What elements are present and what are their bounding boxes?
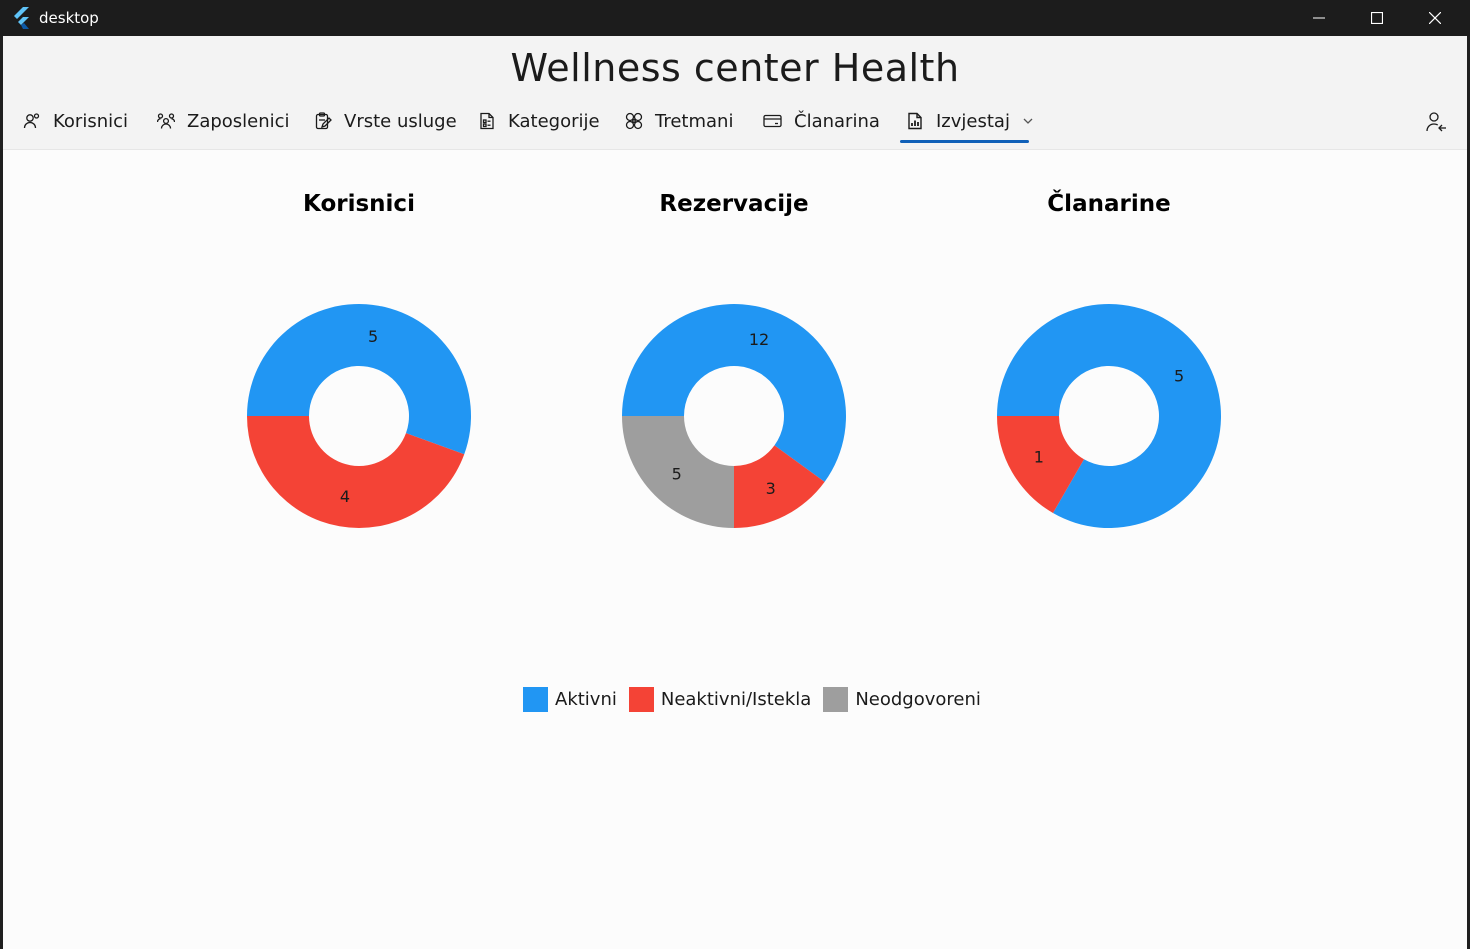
slice-value-label: 5 <box>368 327 378 346</box>
window-title: desktop <box>39 9 99 27</box>
donut-charts: 5 4 12 3 5 5 1 <box>247 304 1221 529</box>
maximize-button[interactable] <box>1348 0 1406 36</box>
legend-item-aktivni: Aktivni <box>523 686 617 712</box>
minimize-button[interactable] <box>1290 0 1348 36</box>
app-window: Wellness center Health Korisnici Zaposle… <box>3 36 1467 949</box>
legend-label: Neodgovoreni <box>855 688 981 710</box>
close-button[interactable] <box>1406 0 1464 36</box>
maximize-icon <box>1371 12 1383 24</box>
slice-value-label: 3 <box>766 479 776 498</box>
flutter-logo-icon <box>14 7 29 29</box>
legend-swatch <box>628 686 654 712</box>
slice-value-label: 1 <box>1034 448 1044 467</box>
close-icon <box>1429 12 1441 24</box>
slice-value-label: 5 <box>672 464 682 483</box>
slice-value-label: 12 <box>749 330 769 349</box>
legend-swatch <box>523 686 548 712</box>
legend-label: Aktivni <box>555 688 617 710</box>
legend-item-neaktivni: Neaktivni/Istekla <box>628 686 812 712</box>
minimize-icon <box>1313 17 1325 19</box>
legend-swatch <box>823 686 849 712</box>
chart-legend: Aktivni Neaktivni/Istekla Neodgovoreni <box>523 686 981 712</box>
legend-item-neodgovoreni: Neodgovoreni <box>823 686 981 712</box>
slice-value-label: 5 <box>1174 367 1184 386</box>
slice-value-label: 4 <box>340 487 350 506</box>
legend-label: Neaktivni/Istekla <box>660 688 812 710</box>
window-titlebar: desktop <box>0 0 1470 36</box>
